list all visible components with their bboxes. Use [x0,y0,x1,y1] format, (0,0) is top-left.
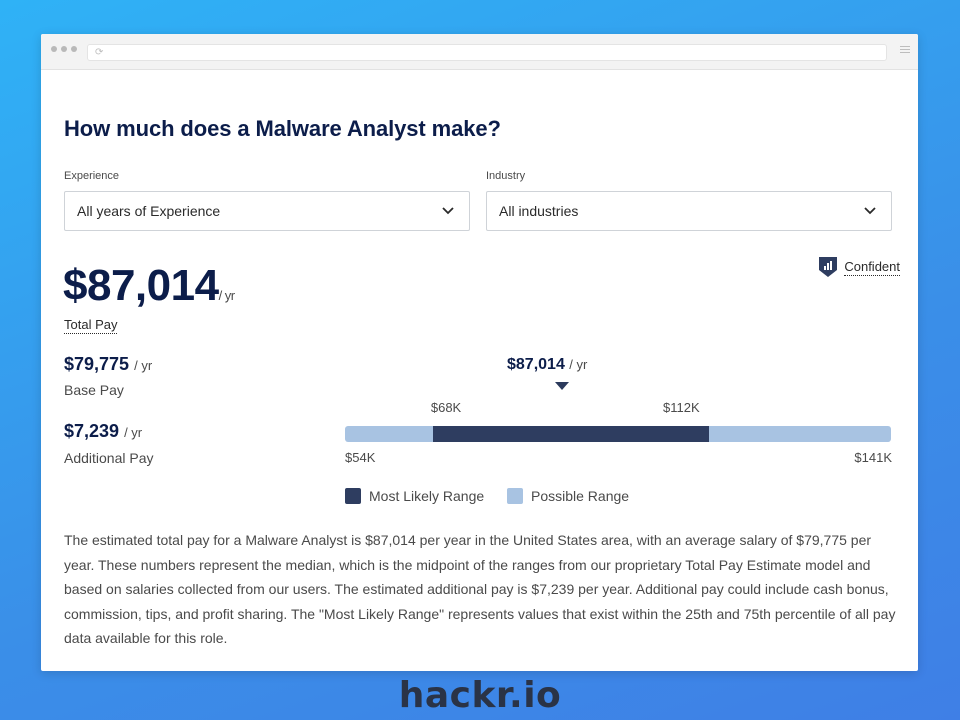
chevron-down-icon [864,207,876,215]
window-controls[interactable] [51,46,77,52]
experience-select[interactable]: All years of Experience [64,191,470,231]
page-content: How much does a Malware Analyst make? Ex… [41,70,918,671]
possible-range-bar [345,426,891,442]
address-bar[interactable]: ⟳ [87,44,887,61]
additional-pay-amount: $7,239 [64,421,120,441]
additional-pay-unit: / yr [124,425,143,440]
legend-possible: Possible Range [507,488,629,504]
range-max-label: $141K [854,450,892,465]
legend-swatch-likely [345,488,361,504]
additional-pay-label: Additional Pay [64,450,154,466]
window-dot-icon[interactable] [51,46,57,52]
salary-description: The estimated total pay for a Malware An… [64,532,896,646]
total-pay-value: $87,014/ yr [63,261,235,311]
window-dot-icon[interactable] [71,46,77,52]
median-label: $87,014 / yr [507,356,587,374]
confidence-indicator[interactable]: Confident [818,256,900,278]
total-pay-amount: $87,014 [63,261,219,310]
chevron-down-icon [442,207,454,215]
range-min-label: $54K [345,450,376,465]
median-marker-icon [555,382,570,390]
industry-label: Industry [486,170,526,182]
median-unit: / yr [569,357,588,372]
base-pay-amount: $79,775 [64,354,130,374]
menu-icon[interactable] [900,46,910,53]
browser-toolbar: ⟳ [41,34,918,70]
total-pay-unit: / yr [218,288,236,303]
legend-possible-label: Possible Range [531,488,630,504]
base-pay-value: $79,775 / yr [64,354,152,375]
base-pay-label: Base Pay [64,382,124,398]
industry-select-value: All industries [499,203,579,219]
legend-likely-label: Most Likely Range [369,488,485,504]
legend-swatch-possible [507,488,523,504]
brand-logo: hackr.io [398,675,562,716]
browser-window: ⟳ How much does a Malware Analyst make? … [41,34,918,671]
page-title: How much does a Malware Analyst make? [64,116,501,141]
likely-low-label: $68K [430,400,462,415]
legend-likely: Most Likely Range [345,488,484,504]
likely-high-label: $112K [663,400,700,415]
total-pay-label[interactable]: Total Pay [64,317,118,334]
confidence-label: Confident [844,258,900,276]
base-pay-unit: / yr [134,358,153,373]
additional-pay-value: $7,239 / yr [64,421,142,442]
likely-range-bar [432,426,709,442]
experience-label: Experience [64,170,120,182]
reload-icon[interactable]: ⟳ [95,46,103,60]
median-amount: $87,014 [507,356,565,373]
industry-select[interactable]: All industries [486,191,892,231]
shield-chart-icon [819,257,838,277]
experience-select-value: All years of Experience [77,203,221,219]
window-dot-icon[interactable] [61,46,67,52]
